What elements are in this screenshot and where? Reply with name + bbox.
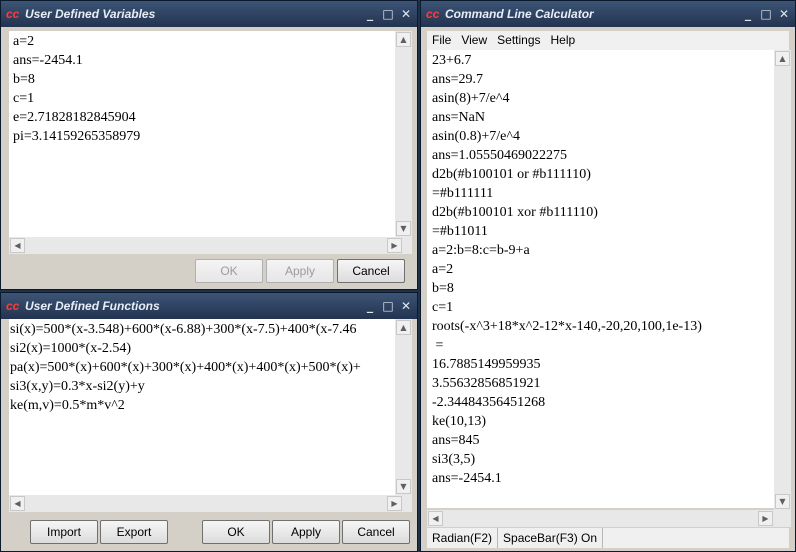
calc-output-line: 3.55632856851921 (432, 376, 541, 391)
variables-vertical-scrollbar[interactable]: ▲ ▼ (395, 31, 412, 237)
scroll-right-arrow-icon[interactable]: ▶ (758, 511, 773, 526)
variables-window: cc User Defined Variables _ □ ✕ a=2 ans=-… (0, 0, 418, 290)
variables-text-area[interactable]: a=2 ans=-2454.1 b=8 c=1 e=2.71828182845904 pi… (9, 31, 403, 237)
calc-output-line: roots(-x^3+18*x^2-12*x-140,-20,20,100,1e… (432, 319, 702, 334)
functions-import-button[interactable]: Import (30, 520, 98, 544)
functions-vertical-scrollbar[interactable]: ▲ ▼ (395, 319, 412, 495)
scroll-up-arrow-icon[interactable]: ▲ (775, 51, 790, 66)
calc-output-line: d2b(#b100101 xor #b111110) (432, 205, 598, 220)
menu-settings[interactable]: Settings (497, 31, 540, 50)
maximize-icon[interactable]: □ (759, 6, 773, 22)
calc-output-line: -2.34484356451268 (432, 395, 546, 410)
calculator-menubar: File View Settings Help (427, 31, 789, 50)
variable-line: a=2 (13, 34, 35, 49)
variables-ok-button[interactable]: OK (195, 259, 263, 283)
variables-cancel-button[interactable]: Cancel (337, 259, 405, 283)
calc-output-line: ans=1.05550469022275 (432, 148, 568, 163)
menu-file[interactable]: File (432, 31, 451, 50)
app-logo-icon: cc (426, 7, 440, 21)
calc-output-line: c=1 (432, 300, 454, 315)
functions-horizontal-scrollbar[interactable]: ◀ ▶ (9, 495, 412, 512)
calculator-vertical-scrollbar[interactable]: ▲ ▼ (774, 50, 791, 510)
minimize-icon[interactable]: _ (741, 6, 755, 22)
calculator-output-area[interactable]: 23+6.7 ans=29.7 asin(8)+7/e^4 ans=NaN asin(0… (427, 50, 774, 508)
function-line: si2(x)=1000*(x-2.54) (10, 341, 132, 356)
variables-window-title: User Defined Variables (25, 7, 156, 21)
functions-ok-button[interactable]: OK (202, 520, 270, 544)
app-logo-icon: cc (6, 7, 20, 21)
variable-line: c=1 (13, 91, 35, 106)
scroll-left-arrow-icon[interactable]: ◀ (428, 511, 443, 526)
calc-output-line: a=2 (432, 262, 454, 277)
calc-output-line: ans=845 (432, 433, 480, 448)
minimize-icon[interactable]: _ (363, 6, 377, 22)
close-icon[interactable]: ✕ (399, 298, 413, 314)
function-line: pa(x)=500*(x)+600*(x)+300*(x)+400*(x)+40… (10, 360, 361, 375)
scroll-up-arrow-icon[interactable]: ▲ (396, 320, 411, 335)
scroll-right-arrow-icon[interactable]: ▶ (387, 496, 402, 511)
functions-text-area[interactable]: si(x)=500*(x-3.548)+600*(x-6.88)+300*(x-… (9, 319, 395, 495)
calculator-titlebar[interactable]: cc Command Line Calculator _ □ ✕ (421, 1, 795, 27)
calculator-statusbar: Radian(F2) SpaceBar(F3) On (427, 528, 789, 548)
calc-output-line: = (432, 338, 444, 353)
maximize-icon[interactable]: □ (381, 6, 395, 22)
variables-horizontal-scrollbar[interactable]: ◀ ▶ (9, 237, 412, 254)
calc-output-line: asin(0.8)+7/e^4 (432, 129, 520, 144)
status-angle-mode[interactable]: Radian(F2) (427, 528, 499, 548)
functions-apply-button[interactable]: Apply (272, 520, 340, 544)
scroll-down-arrow-icon[interactable]: ▼ (396, 221, 411, 236)
calc-output-line: si3(3,5) (432, 452, 476, 467)
close-icon[interactable]: ✕ (399, 6, 413, 22)
variable-line: e=2.71828182845904 (13, 110, 136, 125)
functions-window-title: User Defined Functions (25, 299, 160, 313)
scroll-down-arrow-icon[interactable]: ▼ (396, 479, 411, 494)
calc-output-line: b=8 (432, 281, 454, 296)
minimize-icon[interactable]: _ (363, 298, 377, 314)
menu-view[interactable]: View (461, 31, 487, 50)
scroll-up-arrow-icon[interactable]: ▲ (396, 32, 411, 47)
variables-titlebar[interactable]: cc User Defined Variables _ □ ✕ (1, 1, 417, 27)
close-icon[interactable]: ✕ (777, 6, 791, 22)
scroll-right-arrow-icon[interactable]: ▶ (387, 238, 402, 253)
app-logo-icon: cc (6, 299, 20, 313)
variables-apply-button[interactable]: Apply (266, 259, 334, 283)
function-line: si3(x,y)=0.3*x-si2(y)+y (10, 379, 145, 394)
calc-output-line: ke(10,13) (432, 414, 487, 429)
variable-line: b=8 (13, 72, 35, 87)
calc-output-line: asin(8)+7/e^4 (432, 91, 510, 106)
calc-output-line: d2b(#b100101 or #b111110) (432, 167, 591, 182)
scroll-left-arrow-icon[interactable]: ◀ (10, 238, 25, 253)
variable-line: ans=-2454.1 (13, 53, 83, 68)
functions-window: cc User Defined Functions _ □ ✕ si(x)=50… (0, 292, 418, 552)
maximize-icon[interactable]: □ (381, 298, 395, 314)
functions-export-button[interactable]: Export (100, 520, 168, 544)
variable-line: pi=3.14159265358979 (13, 129, 141, 144)
calc-output-line: a=2:b=8:c=b-9+a (432, 243, 530, 258)
calc-output-line: 16.7885149959935 (432, 357, 541, 372)
calc-output-line: 23+6.7 (432, 53, 472, 68)
functions-titlebar[interactable]: cc User Defined Functions _ □ ✕ (1, 293, 417, 319)
function-line: ke(m,v)=0.5*m*v^2 (10, 398, 125, 413)
status-spacebar[interactable]: SpaceBar(F3) On (498, 528, 604, 548)
scroll-left-arrow-icon[interactable]: ◀ (10, 496, 25, 511)
calc-output-line: =#b111111 (432, 186, 494, 201)
calc-output-line: ans=NaN (432, 110, 485, 125)
functions-cancel-button[interactable]: Cancel (342, 520, 410, 544)
function-line: si(x)=500*(x-3.548)+600*(x-6.88)+300*(x-… (10, 322, 357, 337)
calculator-window-title: Command Line Calculator (445, 7, 594, 21)
calculator-window: cc Command Line Calculator _ □ ✕ File Vi… (420, 0, 796, 552)
calc-output-line: ans=29.7 (432, 72, 484, 87)
calc-output-line: ans=-2454.1 (432, 471, 502, 486)
scroll-down-arrow-icon[interactable]: ▼ (775, 494, 790, 509)
menu-help[interactable]: Help (551, 31, 576, 50)
calculator-horizontal-scrollbar[interactable]: ◀ ▶ (427, 510, 791, 527)
calc-output-line: =#b11011 (432, 224, 488, 239)
